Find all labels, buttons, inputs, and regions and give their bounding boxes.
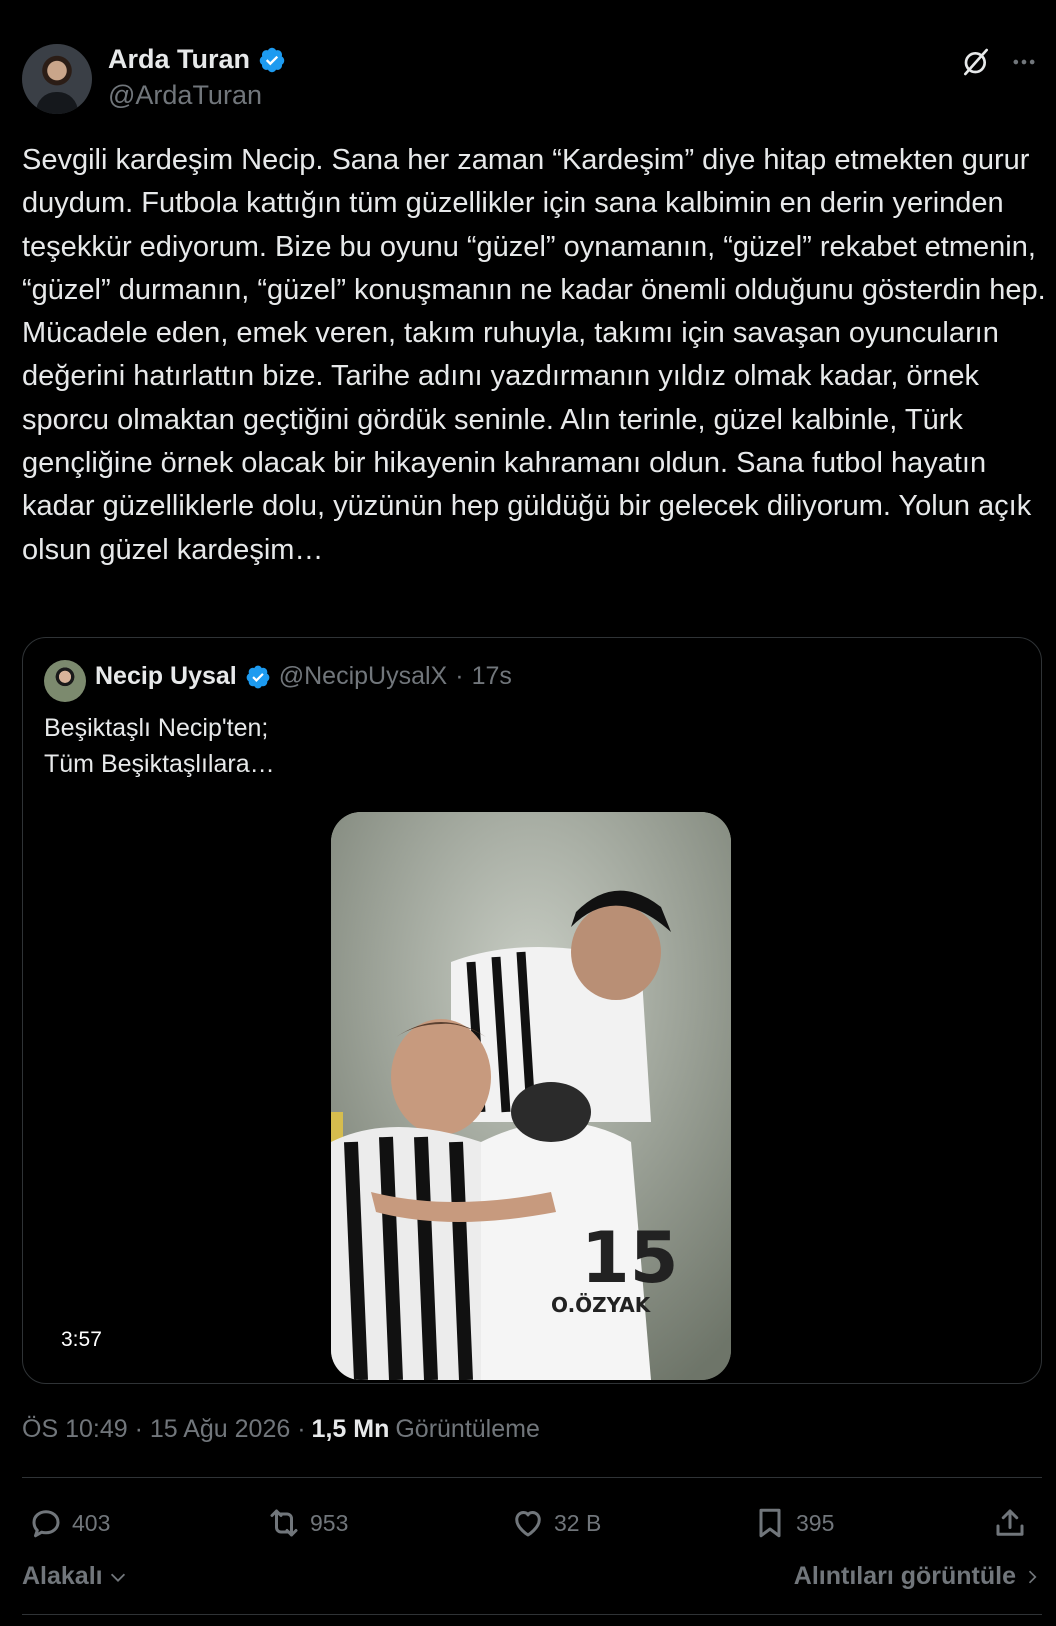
divider-bottom: [22, 1614, 1042, 1615]
repost-icon: [270, 1509, 298, 1537]
author-name-row: Arda Turan: [108, 44, 286, 75]
view-quotes-link[interactable]: Alıntıları görüntüle: [794, 1562, 1042, 1591]
quote-text-line-2: Tüm Beşiktaşlılara…: [44, 750, 275, 778]
author-avatar[interactable]: [22, 44, 92, 114]
quote-author-handle[interactable]: @NecipUysalX: [279, 662, 447, 691]
quote-author-name[interactable]: Necip Uysal: [95, 662, 237, 691]
author-display-name[interactable]: Arda Turan: [108, 44, 250, 75]
chevron-down-icon: [110, 1573, 125, 1582]
reply-count: 403: [72, 1509, 111, 1536]
sort-label: Alakalı: [22, 1562, 103, 1590]
view-quotes-label: Alıntıları görüntüle: [793, 1562, 1016, 1590]
chevron-right-icon: [1028, 1570, 1037, 1583]
tweet-meta: ÖS 10:49 · 15 Ağu 2026 · 1,5 Mn Görüntül…: [22, 1415, 540, 1444]
more-options-icon[interactable]: [1006, 44, 1042, 80]
like-count: 32 B: [554, 1509, 602, 1536]
tweet-text: Sevgili kardeşim Necip. Sana her zaman “…: [22, 144, 1046, 566]
quote-author-avatar[interactable]: [44, 660, 86, 702]
jersey-number: 15: [581, 1217, 678, 1299]
repost-button[interactable]: 953: [266, 1498, 348, 1548]
share-icon: [996, 1509, 1024, 1536]
sort-replies-dropdown[interactable]: Alakalı: [22, 1562, 129, 1591]
quote-video[interactable]: 15 O.ÖZYAK: [331, 812, 731, 1380]
quote-text: Beşiktaşlı Necip'ten; Tüm Beşiktaşlılara…: [44, 710, 275, 782]
verified-badge-icon[interactable]: [258, 46, 286, 74]
repost-count: 953: [310, 1509, 349, 1536]
video-thumbnail: 15 O.ÖZYAK: [331, 812, 731, 1380]
bookmark-icon: [759, 1508, 781, 1538]
action-bar: 403 953 32 B 395: [22, 1498, 1042, 1548]
bookmark-count: 395: [796, 1509, 835, 1536]
quote-verified-badge-icon: [246, 665, 270, 688]
grok-icon[interactable]: [958, 44, 994, 80]
views-label: Görüntüleme: [395, 1415, 540, 1443]
share-button[interactable]: [992, 1498, 1028, 1548]
author-handle[interactable]: @ArdaTuran: [108, 80, 262, 111]
quote-text-line-1: Beşiktaşlı Necip'ten;: [44, 714, 269, 742]
bookmark-button[interactable]: 395: [752, 1498, 834, 1548]
views-count: 1,5 Mn: [311, 1415, 390, 1443]
divider-top: [22, 1477, 1042, 1478]
reply-icon: [32, 1510, 60, 1538]
like-button[interactable]: 32 B: [510, 1498, 601, 1548]
video-duration: 3:57: [61, 1328, 102, 1351]
quote-time[interactable]: 17s: [472, 662, 512, 691]
reply-button[interactable]: 403: [28, 1498, 110, 1548]
tweet-timestamp[interactable]: ÖS 10:49 · 15 Ağu 2026 ·: [22, 1415, 306, 1444]
heart-icon: [515, 1511, 541, 1537]
quote-separator: ·: [455, 662, 464, 690]
jersey-name: O.ÖZYAK: [551, 1293, 652, 1317]
quoted-tweet[interactable]: Necip Uysal @NecipUysalX · 17s Beşiktaşl…: [22, 637, 1042, 1384]
quote-header: Necip Uysal @NecipUysalX · 17s: [95, 662, 512, 691]
